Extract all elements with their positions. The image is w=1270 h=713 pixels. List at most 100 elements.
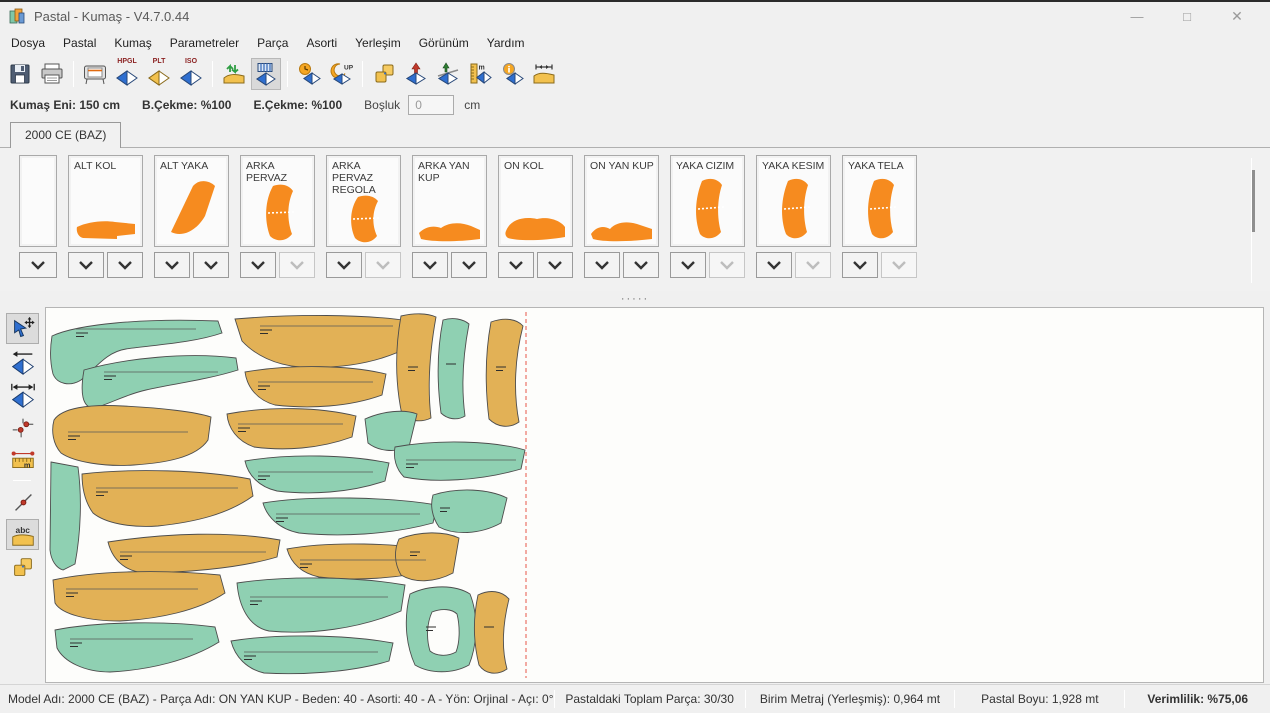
print-icon	[39, 61, 65, 87]
piece-card-empty[interactable]	[19, 155, 57, 247]
label-tool[interactable]: abc	[6, 519, 39, 550]
piece-dropdown-left[interactable]	[326, 252, 362, 278]
piece-dropdown-left[interactable]	[412, 252, 448, 278]
up-label: UP	[344, 65, 354, 72]
pattern-piece[interactable]	[235, 315, 413, 367]
chevron-down-icon	[166, 262, 178, 268]
fabric-width-value: Kumaş Eni: 150 cm	[10, 98, 120, 112]
meter-button[interactable]: m	[465, 58, 495, 90]
piece-dropdown-right[interactable]	[451, 252, 487, 278]
piece-dropdown-left[interactable]	[842, 252, 878, 278]
piece-card-yaka-tela[interactable]: YAKA TELA	[842, 155, 917, 247]
measure-up-button[interactable]	[433, 58, 463, 90]
chevron-down-icon	[252, 262, 264, 268]
piece-card-yaka-cizim[interactable]: YAKA CIZIM	[670, 155, 745, 247]
plotter-button[interactable]	[80, 58, 110, 90]
piece-card-yaka-kesim[interactable]: YAKA KESIM	[756, 155, 831, 247]
pattern-piece[interactable]	[486, 319, 523, 426]
length-shrink-value: E.Çekme: %100	[253, 98, 342, 112]
line-point-icon	[9, 488, 37, 516]
piece-dropdown[interactable]	[19, 252, 57, 278]
menu-item-gorunum[interactable]: Görünüm	[410, 32, 478, 54]
piece-dropdown-left[interactable]	[154, 252, 190, 278]
pattern-piece[interactable]	[438, 319, 469, 419]
pattern-piece[interactable]	[82, 356, 238, 408]
piece-dropdown-left[interactable]	[584, 252, 620, 278]
close-button[interactable]: ✕	[1214, 8, 1260, 25]
piece-dropdown-right[interactable]	[107, 252, 143, 278]
pattern-piece[interactable]	[406, 587, 476, 672]
piece-label: ARKA PERVAZ REGOLA	[327, 156, 400, 194]
line-tool[interactable]	[6, 486, 39, 517]
piece-card-arka-pervaz-regola[interactable]: ARKA PERVAZ REGOLA	[326, 155, 401, 247]
stretch-horizontal-tool[interactable]	[6, 379, 39, 410]
pattern-piece[interactable]	[82, 471, 253, 527]
pattern-piece[interactable]	[231, 636, 393, 674]
width-adjust-button[interactable]	[529, 58, 559, 90]
measure-tool[interactable]: m	[6, 445, 39, 476]
piece-card-arka-yan-kup[interactable]: ARKA YAN KUP	[412, 155, 487, 247]
piece-dropdown-right	[279, 252, 315, 278]
piece-dropdown-left[interactable]	[670, 252, 706, 278]
menu-item-parametreler[interactable]: Parametreler	[161, 32, 248, 54]
tab-model[interactable]: 2000 CE (BAZ)	[10, 122, 121, 148]
pattern-piece[interactable]	[53, 572, 225, 621]
pattern-piece[interactable]	[55, 623, 219, 672]
piece-dropdown-left[interactable]	[68, 252, 104, 278]
select-move-tool[interactable]	[6, 313, 39, 344]
iso-export-button[interactable]: ISO	[176, 58, 206, 90]
piece-dropdown-right[interactable]	[537, 252, 573, 278]
piece-card-arka-pervaz[interactable]: ARKA PERVAZ	[240, 155, 315, 247]
menu-item-asorti[interactable]: Asorti	[297, 32, 346, 54]
piece-dropdown-left[interactable]	[756, 252, 792, 278]
piece-dropdown-left[interactable]	[498, 252, 534, 278]
pattern-piece[interactable]	[245, 456, 389, 493]
piece-card-on-kol[interactable]: ON KOL	[498, 155, 573, 247]
panel-splitter[interactable]: ·····	[0, 291, 1270, 307]
info-button[interactable]	[497, 58, 527, 90]
panel-scrollbar-thumb[interactable]	[1252, 170, 1255, 232]
menu-item-pastal[interactable]: Pastal	[54, 32, 105, 54]
hpgl-export-button[interactable]: HPGL	[112, 58, 142, 90]
pattern-piece[interactable]	[50, 462, 80, 570]
pattern-piece[interactable]	[108, 534, 280, 573]
pattern-piece[interactable]	[474, 592, 509, 674]
piece-card-alt-kol[interactable]: ALT KOL	[68, 155, 143, 247]
menu-item-yerlesim[interactable]: Yerleşim	[346, 32, 410, 54]
pieces-overlap-button[interactable]	[369, 58, 399, 90]
recalculate-button[interactable]	[219, 58, 249, 90]
maximize-button[interactable]: □	[1164, 9, 1210, 24]
pattern-piece[interactable]	[227, 409, 356, 449]
point-tool[interactable]	[6, 412, 39, 443]
red-arrow-diamond-icon	[403, 61, 429, 87]
pattern-piece[interactable]	[245, 367, 386, 407]
overlap-pieces-tool[interactable]	[6, 552, 39, 583]
piece-dropdown-right[interactable]	[623, 252, 659, 278]
piece-dropdown-left[interactable]	[240, 252, 276, 278]
up-moon-button[interactable]: UP	[326, 58, 356, 90]
move-left-tool[interactable]	[6, 346, 39, 377]
pattern-piece[interactable]	[394, 442, 525, 480]
width-arrow-icon	[531, 61, 557, 87]
minimize-button[interactable]: —	[1114, 9, 1160, 24]
menu-item-dosya[interactable]: Dosya	[2, 32, 54, 54]
fabric-settings-button[interactable]	[251, 58, 281, 90]
piece-dropdown-right[interactable]	[193, 252, 229, 278]
marker-canvas[interactable]	[45, 307, 1264, 683]
print-button[interactable]	[37, 58, 67, 90]
piece-card-alt-yaka[interactable]: ALT YAKA	[154, 155, 229, 247]
move-up-button[interactable]	[401, 58, 431, 90]
save-button[interactable]	[5, 58, 35, 90]
splitter-grip[interactable]: ·····	[621, 296, 649, 302]
pattern-piece[interactable]	[395, 533, 459, 581]
gap-input[interactable]	[408, 95, 454, 115]
menu-item-kumas[interactable]: Kumaş	[105, 32, 160, 54]
pattern-piece[interactable]	[263, 498, 437, 535]
plt-export-button[interactable]: PLT	[144, 58, 174, 90]
time-calc-button[interactable]	[294, 58, 324, 90]
piece-card-on-yan-kup[interactable]: ON YAN KUP	[584, 155, 659, 247]
pattern-piece[interactable]	[237, 578, 405, 632]
menu-item-parca[interactable]: Parça	[248, 32, 297, 54]
menu-item-yardim[interactable]: Yardım	[478, 32, 534, 54]
piece-label: ON KOL	[499, 156, 572, 172]
